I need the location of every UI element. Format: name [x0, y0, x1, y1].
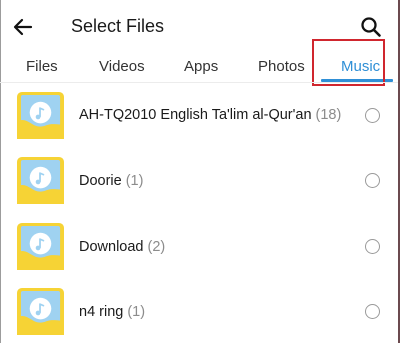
file-count: (18): [315, 107, 342, 123]
list-item[interactable]: Doorie (1): [0, 149, 400, 213]
tab-videos[interactable]: Videos: [99, 58, 145, 75]
tab-divider: [0, 82, 398, 83]
select-radio[interactable]: [365, 173, 380, 188]
tab-apps[interactable]: Apps: [184, 58, 218, 75]
select-radio[interactable]: [365, 304, 380, 319]
file-count: (2): [147, 239, 166, 255]
file-count: (1): [127, 304, 146, 320]
app-header: Select Files: [0, 0, 400, 52]
tab-bar: Files Videos Apps Photos Music: [0, 52, 400, 82]
search-button[interactable]: [358, 14, 384, 40]
folder-label: AH-TQ2010 English Ta'lim al-Qur'an (18): [79, 107, 341, 123]
folder-name: n4 ring: [79, 304, 124, 320]
file-count: (1): [125, 173, 144, 189]
tab-music[interactable]: Music: [341, 58, 380, 75]
tab-photos[interactable]: Photos: [258, 58, 305, 75]
select-radio[interactable]: [365, 239, 380, 254]
folder-name: Doorie: [79, 173, 122, 189]
tab-files[interactable]: Files: [26, 58, 58, 75]
folder-label: n4 ring (1): [79, 304, 145, 320]
page-title: Select Files: [71, 16, 165, 36]
folder-label: Doorie (1): [79, 173, 143, 189]
search-icon: [361, 17, 381, 37]
folder-name: Download: [79, 239, 144, 255]
list-item[interactable]: AH-TQ2010 English Ta'lim al-Qur'an (18): [0, 84, 400, 148]
back-button[interactable]: [10, 14, 36, 40]
select-radio[interactable]: [365, 108, 380, 123]
list-item[interactable]: n4 ring (1): [0, 280, 400, 344]
list-item[interactable]: Download (2): [0, 215, 400, 279]
music-folder-icon: [17, 288, 64, 335]
folder-label: Download (2): [79, 239, 165, 255]
folder-name: AH-TQ2010 English Ta'lim al-Qur'an: [79, 107, 312, 123]
music-folder-icon: [17, 92, 64, 139]
music-folder-icon: [17, 223, 64, 270]
arrow-left-icon: [13, 18, 33, 36]
music-folder-icon: [17, 157, 64, 204]
